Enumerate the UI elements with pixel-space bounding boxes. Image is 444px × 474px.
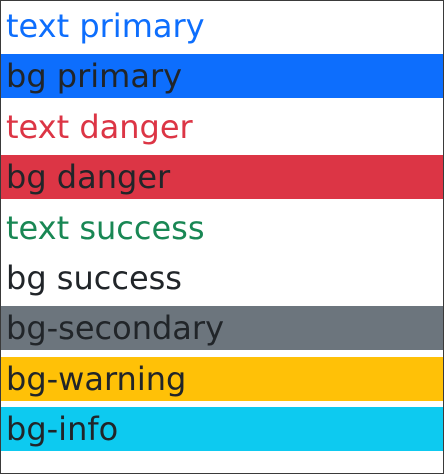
text-success-line: text success xyxy=(6,209,205,247)
bg-success-line: bg success xyxy=(6,259,182,297)
bg-primary-line: bg primary xyxy=(1,54,443,98)
preview-frame: text primary bg primary text danger bg d… xyxy=(0,0,444,474)
bg-danger-line: bg danger xyxy=(1,155,443,199)
bg-info-line: bg-info xyxy=(1,407,443,451)
text-danger-line: text danger xyxy=(6,108,193,146)
text-primary-line: text primary xyxy=(6,7,205,45)
bg-warning-line: bg-warning xyxy=(1,357,443,401)
bg-secondary-line: bg-secondary xyxy=(1,306,443,350)
